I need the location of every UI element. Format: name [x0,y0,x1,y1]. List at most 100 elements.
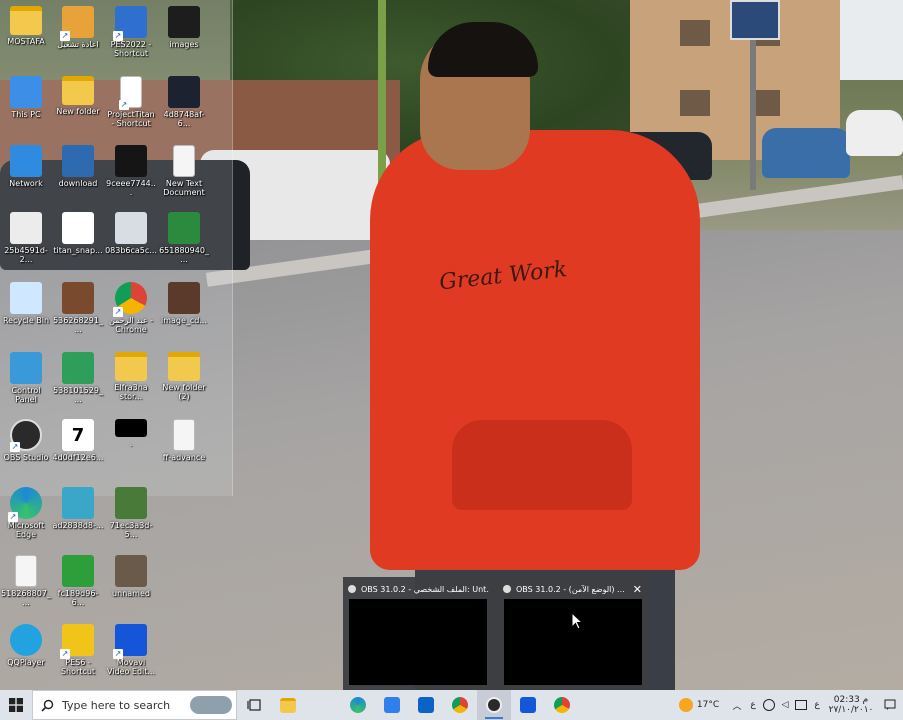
desktop-icon-label: . [129,439,133,448]
taskbar-movavi[interactable] [511,690,545,720]
tray-obs-icon[interactable] [761,690,777,720]
folder-icon [168,352,200,381]
desktop-icon-083b6[interactable]: 083b6ca5c... [105,212,157,255]
notification-icon [884,699,896,710]
image-thumb-icon [168,212,200,244]
obs-thumbnail-2-title: OBS 31.0.2 - (الوضع الآمن) ... [516,584,625,594]
text-file-icon [173,145,195,177]
chrome-icon [452,697,468,713]
taskbar-search-input[interactable]: Type here to search [32,690,237,720]
desktop-icon-unnamed[interactable]: unnamed [105,555,157,598]
taskbar-file-explorer[interactable] [271,690,305,720]
image-thumb-icon [62,352,94,384]
desktop-icon-label: 536268291_... [53,316,103,334]
taskbar-thumbnail-popup[interactable]: OBS 31.0.2 - الملف الشخصي: Unt... OBS 31… [343,577,648,690]
obs-thumbnail-2-titlebar[interactable]: OBS 31.0.2 - (الوضع الآمن) ... ✕ [502,582,644,596]
desktop-icon-elfra3na[interactable]: Elfra3na stor... [105,352,157,401]
wallpaper-sign-pole [750,30,756,190]
desktop-icon-download[interactable]: download [52,145,104,188]
taskbar-edge[interactable] [341,690,375,720]
desktop-icon-536268[interactable]: 536268291_... [52,282,104,334]
desktop-icon-pes2022[interactable]: PES2022 - Shortcut [105,6,157,58]
desktop-icon-4d8748[interactable]: 4d8748af-6... [158,76,210,128]
tray-clock[interactable]: 02:33 م ٢٧/١٠/٢٠١٠ [825,690,877,720]
desktop-icon-restart[interactable]: اعادة تشغيل [52,6,104,49]
desktop-icon-9ceee[interactable]: 9ceee7744... [105,145,157,197]
search-icon [41,699,54,712]
desktop-icon-25b4591[interactable]: 25b4591d-2... [0,212,52,264]
desktop-icon-label: PES2022 - Shortcut [110,40,152,58]
desktop-icon-label: 71ec3a3d-5... [109,521,153,539]
file-explorer-icon [280,697,296,713]
chrome-profile-icon [554,697,570,713]
desktop-icon-recycle[interactable]: Recycle Bin [0,282,52,325]
desktop-icon-obs[interactable]: OBS Studio [0,419,52,462]
desktop-icon-qqplayer[interactable]: QQPlayer [0,624,52,667]
desktop-icon-control[interactable]: Control Panel [0,352,52,404]
desktop-icon-label: 4d0df12e6... [52,453,104,462]
desktop-icon-newfolder[interactable]: New folder [52,76,104,116]
folder-icon [115,352,147,381]
desktop-icon-mostafa[interactable]: MOSTAFA [0,6,52,46]
desktop-icon-label: New folder [56,107,100,116]
task-view-button[interactable] [237,690,271,720]
image-thumb-icon [62,212,94,244]
movavi-icon [520,697,536,713]
taskbar-chrome[interactable] [443,690,477,720]
desktop-icon-label: OBS Studio [3,453,49,462]
desktop-icon-movavi[interactable]: Movavi Video Edit... [105,624,157,676]
desktop-icon-imagecd[interactable]: image_cd... [158,282,210,325]
desktop-icon-fc189[interactable]: fc189d96-6... [52,555,104,607]
desktop-icon-edge[interactable]: Microsoft Edge [0,487,52,539]
desktop-icon-projecttitan[interactable]: ProjectTitan - Shortcut [105,76,157,128]
desktop-icon-ffadvance[interactable]: ff-advance [158,419,210,462]
close-icon[interactable]: ✕ [631,583,644,596]
desktop-icon-images[interactable]: images [158,6,210,49]
taskbar-chrome-profile[interactable] [545,690,579,720]
obs-thumbnail-1[interactable]: OBS 31.0.2 - الملف الشخصي: Unt... [343,577,493,690]
desktop-icon-ad2838[interactable]: ad2838d8-... [52,487,104,530]
obs-thumbnail-2[interactable]: OBS 31.0.2 - (الوضع الآمن) ... ✕ [498,577,648,690]
taskbar-store[interactable] [375,690,409,720]
desktop-icon-newtext[interactable]: New Text Document [158,145,210,197]
desktop-icon-label: عبد الرحمن - Chrome [108,316,154,334]
desktop-icon-label: 9ceee7744... [106,179,156,197]
obs-thumbnail-1-titlebar[interactable]: OBS 31.0.2 - الملف الشخصي: Unt... [347,582,489,596]
tray-network-icon[interactable] [793,690,809,720]
desktop-icon-chrome[interactable]: عبد الرحمن - Chrome [105,282,157,334]
desktop-icon-label: Elfra3na stor... [114,383,148,401]
text-file-icon [15,555,37,587]
desktop-icon-blank[interactable]: . [105,419,157,448]
folder-icon [62,76,94,105]
taskbar-obs[interactable] [477,690,511,720]
desktop-icon-network[interactable]: Network [0,145,52,188]
network-icon [10,145,42,177]
desktop-icon-label: fc189d96-6... [57,589,99,607]
chrome-icon [113,282,147,317]
tray-speaker-icon[interactable]: ◁ [777,690,793,720]
desktop-icon-4d0df[interactable]: 7 4d0df12e6... [52,419,104,462]
clock-date: ٢٧/١٠/٢٠١٠ [828,705,874,715]
tray-lang-label: ع [750,700,756,710]
weather-widget[interactable]: 17°C [669,690,729,720]
wallpaper-car-van [846,110,903,156]
search-highlight-icon [190,696,232,714]
start-button[interactable] [0,690,32,720]
desktop-icon-newfolder2[interactable]: New folder (2) [158,352,210,401]
desktop-icon-71ec3[interactable]: 71ec3a3d-5... [105,487,157,539]
obs-thumbnail-1-preview[interactable] [349,599,487,685]
desktop-icon-538101[interactable]: 538101529_... [52,352,104,404]
windows-logo-icon [9,698,23,712]
tray-lang[interactable]: ع [745,690,761,720]
tray-lang-2[interactable]: ع [809,690,825,720]
desktop-icon-651880[interactable]: 651880940_... [158,212,210,264]
desktop-icon-titansnap[interactable]: titan_snap... [52,212,104,255]
desktop-icon-518268[interactable]: 518268807_... [0,555,52,607]
desktop-icon-pes6[interactable]: PES6 - Shortcut [52,624,104,676]
taskbar-outlook[interactable] [409,690,443,720]
tray-chevron-up-icon[interactable]: ︿ [729,690,745,720]
tray-lang-2-label: ع [814,700,820,710]
mouse-cursor-icon [571,612,584,630]
notification-button[interactable] [877,690,903,720]
desktop-icon-thispc[interactable]: This PC [0,76,52,119]
